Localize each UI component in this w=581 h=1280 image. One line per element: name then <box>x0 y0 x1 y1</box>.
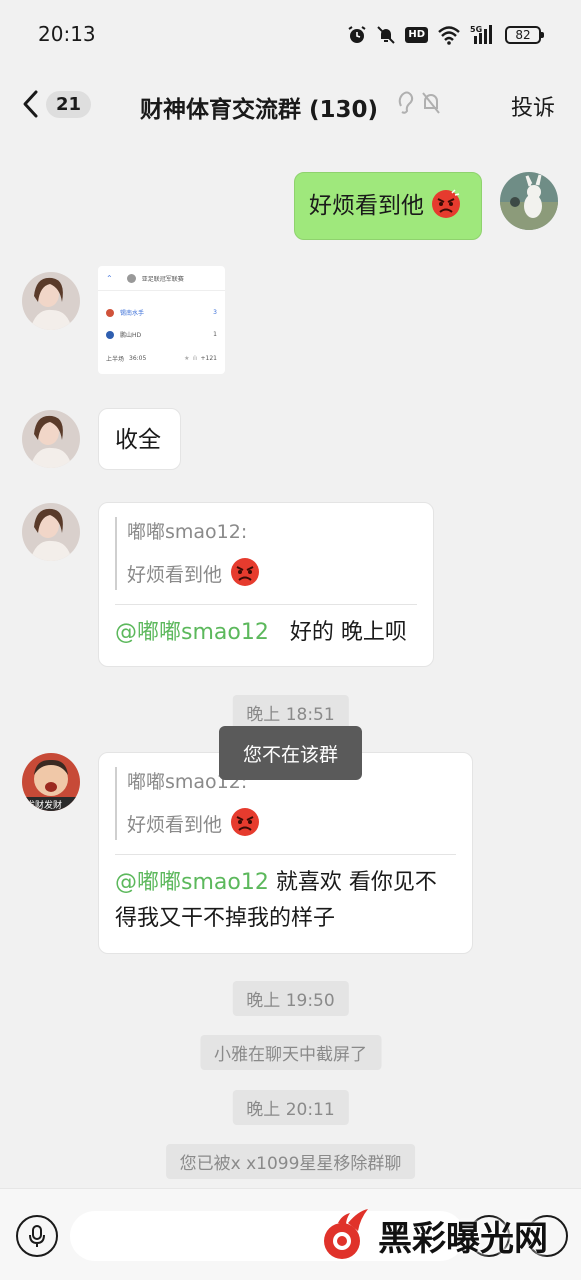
rabbit-avatar-icon <box>500 172 558 230</box>
mention-link[interactable]: @嘟嘟smao12 <box>115 870 269 895</box>
chevron-left-icon <box>23 90 38 118</box>
woman-avatar-icon <box>22 503 80 561</box>
timestamp: 晚上 20:11 <box>232 1090 349 1125</box>
message-text: 好烦看到他 <box>309 193 424 219</box>
shared-screenshot-image[interactable]: ⌃ 亚足联冠军联赛 锡南水手 3 鹏山HD 1 上半场 36:05 ★ ılı … <box>98 266 225 374</box>
reply-message-bubble[interactable]: 嘟嘟smao12: 好烦看到他 @嘟嘟smao12 好的 晚上呗 <box>98 502 434 667</box>
member-avatar[interactable]: 发财发财 <box>22 753 80 811</box>
member-avatar[interactable] <box>22 503 80 561</box>
chat-header: 21 财神体育交流群 (130) 投诉 <box>0 70 581 142</box>
chat-title: 财神体育交流群 (130) <box>140 97 379 123</box>
woman-avatar-icon <box>22 410 80 468</box>
chevron-up-icon: ⌃ <box>106 274 113 283</box>
stats-icon: ılı <box>192 355 198 362</box>
reply-text: 好的 晚上呗 <box>289 620 407 645</box>
quoted-message[interactable]: 嘟嘟smao12: 好烦看到他 <box>115 517 417 590</box>
system-notice: 您已被x x1099星星移除群聊 <box>165 1144 416 1179</box>
quote-text-row: 好烦看到他 <box>127 557 417 590</box>
microphone-icon <box>29 1225 45 1247</box>
my-message-bubble[interactable]: 好烦看到他 <box>294 172 482 240</box>
back-button[interactable]: 21 <box>20 84 92 124</box>
my-avatar[interactable] <box>500 172 558 230</box>
star-icon: ★ <box>184 355 190 362</box>
angry-face-emoji-icon <box>432 189 461 218</box>
system-notice: 小雅在聊天中截屏了 <box>200 1035 381 1070</box>
title-status-icons <box>396 90 442 116</box>
quote-author: 嘟嘟smao12: <box>127 521 248 543</box>
divider <box>115 854 456 855</box>
watermark: 黑彩曝光网 <box>318 1205 548 1265</box>
avatar-caption: 发财发财 <box>26 801 63 811</box>
screenshot-team1-row: 锡南水手 3 <box>106 308 217 317</box>
screenshot-team2: 鹏山HD <box>120 332 142 339</box>
status-bar: 20:13 HD 5G 82 <box>0 0 581 70</box>
watermark-logo-icon <box>324 1209 368 1259</box>
message-bubble[interactable]: 收全 <box>98 408 181 470</box>
screenshot-team1: 锡南水手 <box>120 310 145 317</box>
timestamp: 晚上 18:51 <box>232 695 349 730</box>
quote-text: 好烦看到他 <box>127 814 223 836</box>
team-logo-icon <box>106 308 114 317</box>
watermark-text: 黑彩曝光网 <box>378 1218 548 1259</box>
member-avatar[interactable] <box>22 272 80 330</box>
screenshot-count: +121 <box>200 355 217 362</box>
screenshot-footer: 上半场 36:05 ★ ılı +121 <box>106 354 217 363</box>
network-label: 5G <box>470 25 482 34</box>
mute-bell-icon <box>377 26 396 44</box>
divider <box>115 604 417 605</box>
report-button[interactable]: 投诉 <box>511 90 555 122</box>
quote-text-row: 好烦看到他 <box>127 807 456 840</box>
screenshot-score1: 3 <box>213 309 217 316</box>
hd-badge: HD <box>405 27 428 43</box>
earpiece-icon <box>398 91 414 114</box>
reply-message-bubble[interactable]: 嘟嘟smao12: 好烦看到他 @嘟嘟smao12 就喜欢 看你见不得我又干不掉… <box>98 752 473 954</box>
screenshot-clock: 36:05 <box>129 355 147 362</box>
reply-text-row: @嘟嘟smao12 就喜欢 看你见不得我又干不掉我的样子 <box>115 865 456 937</box>
unread-count-badge: 21 <box>46 90 92 118</box>
screenshot-league: 亚足联冠军联赛 <box>141 276 184 283</box>
reply-text-row: @嘟嘟smao12 好的 晚上呗 <box>115 615 417 651</box>
signal-icon: 5G <box>470 25 492 44</box>
quote-text: 好烦看到他 <box>127 564 223 586</box>
screenshot-team2-row: 鹏山HD 1 <box>106 330 217 339</box>
toast-notification: 您不在该群 <box>219 726 362 780</box>
woman-avatar-icon <box>22 272 80 330</box>
timestamp: 晚上 19:50 <box>232 981 349 1016</box>
mention-link[interactable]: @嘟嘟smao12 <box>115 620 269 645</box>
screenshot-header: ⌃ 亚足联冠军联赛 <box>106 274 217 283</box>
team-logo-icon <box>106 330 114 339</box>
alarm-icon <box>348 26 366 43</box>
member-avatar[interactable] <box>22 410 80 468</box>
angry-face-emoji-icon <box>231 808 260 836</box>
voice-input-button[interactable] <box>16 1215 58 1257</box>
league-logo-icon <box>126 274 136 283</box>
screenshot-period: 上半场 <box>106 356 125 363</box>
angry-face-emoji-icon <box>231 558 260 586</box>
message-text: 收全 <box>115 427 161 453</box>
status-icons: HD 5G 82 <box>347 22 544 48</box>
screenshot-score2: 1 <box>213 331 217 338</box>
wifi-icon <box>438 26 460 45</box>
status-time: 20:13 <box>38 22 96 46</box>
battery-indicator: 82 <box>505 26 544 44</box>
mute-bell-icon <box>422 92 440 114</box>
